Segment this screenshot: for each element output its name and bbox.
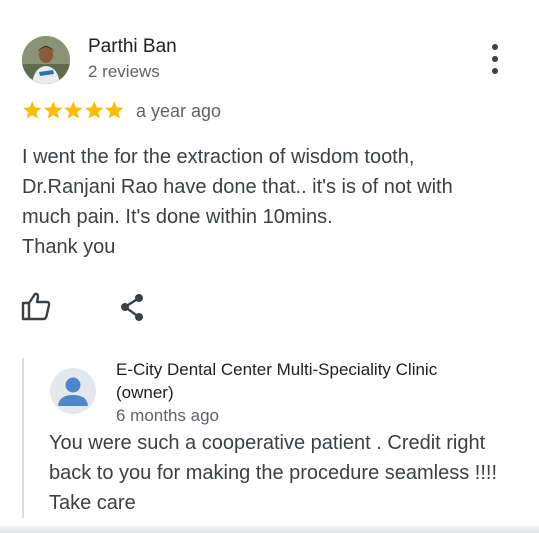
share-icon — [121, 294, 143, 321]
thumb-up-outline-icon — [21, 292, 51, 321]
like-button[interactable] — [20, 290, 52, 322]
reply-divider — [22, 358, 24, 518]
bottom-edge — [0, 526, 539, 533]
owner-avatar[interactable] — [50, 368, 96, 414]
star-icon — [43, 101, 62, 119]
person-icon — [50, 368, 96, 414]
star-rating — [22, 99, 125, 123]
reply-time: 6 months ago — [116, 406, 220, 425]
more-vert-icon-dot — [492, 68, 498, 74]
owner-name[interactable]: E-City Dental Center Multi-Speciality Cl… — [116, 358, 486, 404]
more-vert-icon-dot — [492, 56, 498, 62]
reviewer-review-count[interactable]: 2 reviews — [88, 62, 160, 82]
reviewer-photo — [22, 36, 70, 84]
more-vert-icon — [492, 44, 498, 50]
star-icon — [64, 101, 83, 119]
review-text: I went the for the extraction of wisdom … — [22, 146, 453, 258]
more-options-button[interactable] — [486, 44, 504, 74]
reviewer-avatar[interactable] — [22, 36, 70, 84]
star-icon — [105, 101, 124, 119]
star-icon — [84, 101, 103, 119]
review-time: a year ago — [136, 101, 222, 121]
reply-text: You were such a cooperative patient . Cr… — [49, 432, 497, 514]
share-button[interactable] — [118, 293, 148, 323]
reviewer-name[interactable]: Parthi Ban — [88, 36, 177, 58]
star-icon — [23, 101, 42, 119]
